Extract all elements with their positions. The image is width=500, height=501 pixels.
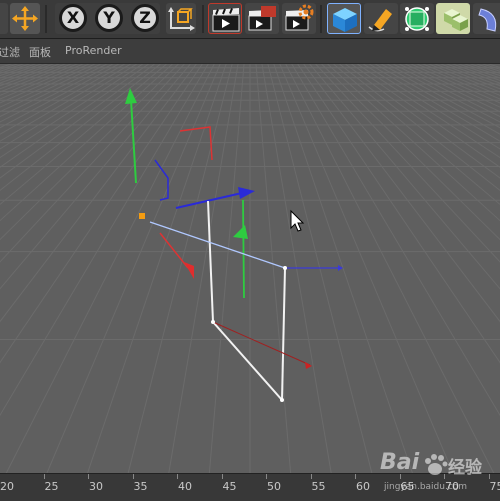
- vertex[interactable]: [280, 398, 284, 402]
- deformer-button[interactable]: [473, 3, 500, 34]
- pen-spline-button[interactable]: [364, 3, 398, 34]
- mouse-cursor-icon: [291, 211, 303, 231]
- timeline-tick-label: 45: [223, 480, 237, 493]
- local-y-arrow: [233, 225, 248, 239]
- spline-edge[interactable]: [213, 322, 282, 400]
- viewport-menubar: 过滤 面板 ProRender: [0, 39, 500, 64]
- z-axis-button[interactable]: Z: [131, 4, 159, 32]
- move-tool-button[interactable]: [10, 3, 40, 34]
- paw-icon: [422, 452, 448, 478]
- clapboard-icon: [209, 4, 243, 35]
- previous-tool-button[interactable]: [0, 3, 8, 34]
- clapboard-red-icon: [245, 3, 279, 34]
- clapboard-gear-icon: [282, 3, 316, 34]
- cube-icon: [328, 4, 362, 35]
- bend-icon: [473, 3, 500, 34]
- pen-icon: [364, 3, 398, 34]
- cubes-icon: [436, 3, 470, 34]
- green-cube-icon: [400, 3, 434, 34]
- render-view-button[interactable]: [208, 3, 242, 34]
- watermark-url: jingyan.baidu.com: [384, 482, 467, 492]
- selected-vertex[interactable]: [139, 213, 145, 219]
- edge-arrow: [305, 362, 312, 369]
- menu-prorender[interactable]: ProRender: [65, 44, 122, 57]
- timeline-tick-label: 60: [356, 480, 370, 493]
- local-x-arrow: [184, 262, 194, 279]
- toolbar-separator: [45, 5, 47, 33]
- timeline-tick-label: 30: [89, 480, 103, 493]
- perspective-viewport[interactable]: [0, 64, 500, 473]
- scene-objects: [0, 64, 500, 473]
- render-picture-viewer-button[interactable]: [245, 3, 279, 34]
- timeline-tick-label: 25: [45, 480, 59, 493]
- world-y-axis: [131, 100, 136, 183]
- timeline-tick: [266, 474, 267, 479]
- main-toolbar: X Y Z: [0, 0, 500, 39]
- world-coords-icon: [166, 3, 196, 34]
- timeline-tick-label: 55: [312, 480, 326, 493]
- baidu-watermark: Bai 经验 jingyan.baidu.com: [380, 448, 498, 498]
- toolbar-separator: [320, 5, 322, 33]
- watermark-suffix: 经验: [448, 453, 482, 478]
- timeline-tick: [311, 474, 312, 479]
- spline-edge[interactable]: [213, 322, 310, 365]
- world-z-axis: [155, 160, 168, 200]
- watermark-logo: Bai: [380, 450, 419, 475]
- move-arrows-icon: [10, 3, 40, 34]
- timeline-tick-label: 40: [178, 480, 192, 493]
- spline-edge[interactable]: [208, 201, 213, 322]
- subdivision-button[interactable]: [400, 3, 434, 34]
- timeline-tick: [222, 474, 223, 479]
- timeline-tick-label: 50: [267, 480, 281, 493]
- local-y-axis: [243, 200, 244, 298]
- local-x-axis: [160, 233, 188, 268]
- y-axis-button[interactable]: Y: [95, 4, 123, 32]
- timeline-tick: [133, 474, 134, 479]
- local-z-arrow: [238, 187, 255, 199]
- menu-filter[interactable]: 过滤: [0, 44, 20, 60]
- cube-primitive-button[interactable]: [327, 3, 361, 34]
- array-button[interactable]: [436, 3, 470, 34]
- vertex[interactable]: [211, 320, 215, 324]
- toolbar-separator: [202, 5, 204, 33]
- x-axis-button[interactable]: X: [59, 4, 87, 32]
- coordinate-system-button[interactable]: [166, 3, 196, 34]
- world-x-axis: [180, 127, 212, 160]
- menu-panel[interactable]: 面板: [29, 44, 51, 60]
- timeline-tick: [177, 474, 178, 479]
- timeline-tick-label: 35: [134, 480, 148, 493]
- timeline-tick: [355, 474, 356, 479]
- timeline-tick-label: 20: [0, 480, 14, 493]
- spline-edge[interactable]: [282, 268, 285, 400]
- timeline-tick: [44, 474, 45, 479]
- timeline-tick: [88, 474, 89, 479]
- edge-arrow: [338, 265, 343, 271]
- render-settings-button[interactable]: [282, 3, 316, 34]
- vertex[interactable]: [283, 266, 287, 270]
- world-y-arrow: [125, 88, 137, 104]
